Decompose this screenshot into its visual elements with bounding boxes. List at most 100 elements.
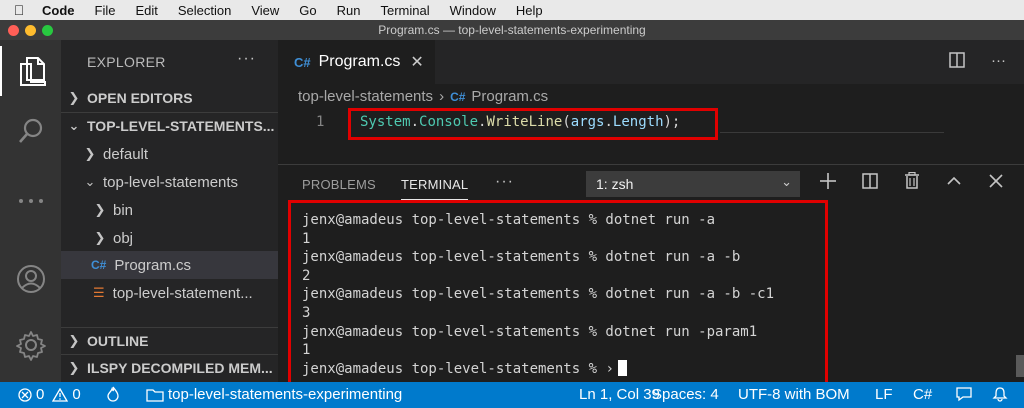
breadcrumb-folder[interactable]: top-level-statements — [298, 88, 433, 105]
tree-item-project-file[interactable]: ☰ top-level-statement... — [61, 279, 278, 307]
menu-selection[interactable]: Selection — [168, 3, 241, 18]
tab-terminal[interactable]: TERMINAL — [401, 177, 469, 200]
tree-item-top-level-statements[interactable]: ⌄ top-level-statements — [61, 168, 278, 196]
outline-label: OUTLINE — [87, 333, 149, 349]
feedback-icon[interactable] — [955, 386, 973, 402]
warning-count: 0 — [72, 386, 81, 403]
problems-status[interactable]: 0 0 — [18, 386, 81, 403]
trash-icon[interactable] — [902, 171, 922, 191]
bell-icon[interactable] — [992, 386, 1008, 402]
menu-help[interactable]: Help — [506, 3, 553, 18]
ellipsis-icon[interactable] — [0, 176, 61, 226]
tab-label: Program.cs — [318, 53, 401, 70]
menu-edit[interactable]: Edit — [125, 3, 167, 18]
breadcrumb: top-level-statements › C# Program.cs — [298, 88, 548, 105]
tree-item-label: bin — [113, 201, 134, 219]
chevron-right-icon: ❯ — [94, 202, 106, 217]
sidebar-more-actions-icon[interactable]: ··· — [237, 50, 256, 68]
menu-window[interactable]: Window — [440, 3, 506, 18]
tree-item-label: obj — [113, 229, 134, 247]
minimize-window-button[interactable] — [25, 25, 36, 36]
tab-problems[interactable]: PROBLEMS — [302, 177, 376, 192]
chevron-right-icon: ❯ — [68, 90, 80, 105]
menu-terminal[interactable]: Terminal — [371, 3, 440, 18]
split-terminal-icon[interactable] — [860, 171, 880, 191]
rss-file-icon: ☰ — [93, 285, 105, 300]
zoom-window-button[interactable] — [42, 25, 53, 36]
breadcrumb-file[interactable]: Program.cs — [471, 88, 548, 105]
terminal-scrollbar[interactable] — [1016, 355, 1024, 377]
close-window-button[interactable] — [8, 25, 19, 36]
tree-item-label: top-level-statement... — [112, 284, 253, 302]
chevron-right-icon: ❯ — [94, 230, 106, 245]
line-number: 1 — [316, 114, 325, 130]
outline-section[interactable]: ❯ OUTLINE — [61, 327, 278, 355]
folder-name: top-level-statements-experimenting — [168, 386, 403, 403]
folder-label: TOP-LEVEL-STATEMENTS... — [87, 118, 275, 134]
shell-select-value: 1: zsh — [596, 176, 634, 192]
settings-gear-icon[interactable] — [0, 320, 61, 370]
language-mode[interactable]: C# — [913, 386, 932, 403]
chevron-right-icon: ❯ — [68, 333, 80, 348]
tree-item-program-cs[interactable]: C# Program.cs — [61, 251, 278, 279]
ilspy-section[interactable]: ❯ ILSPY DECOMPILED MEM... — [61, 354, 278, 382]
add-icon[interactable] — [818, 171, 838, 191]
activity-bar — [0, 40, 61, 382]
flame-icon[interactable] — [106, 386, 120, 402]
chevron-right-icon: ❯ — [84, 146, 96, 161]
status-bar: 0 0 top-level-statements-experimenting L… — [0, 382, 1024, 408]
panel-more-icon[interactable]: ··· — [495, 173, 514, 191]
chevron-down-icon: ⌄ — [84, 174, 96, 189]
bottom-panel: PROBLEMS TERMINAL ··· 1: zsh ⌄ jenx@amad — [278, 164, 1024, 388]
end-of-line[interactable]: LF — [875, 386, 893, 403]
window-title-bar: Program.cs — top-level-statements-experi… — [0, 20, 1024, 40]
menu-view[interactable]: View — [241, 3, 289, 18]
macos-menu-bar:  Code File Edit Selection View Go Run T… — [0, 0, 1024, 20]
editor-tab-bar: C# Program.cs ✕ ··· — [278, 40, 1024, 84]
close-icon[interactable] — [986, 171, 1006, 191]
csharp-file-icon: C# — [294, 54, 311, 70]
tree-item-obj[interactable]: ❯ obj — [61, 224, 278, 252]
split-editor-icon[interactable] — [949, 52, 965, 72]
tab-program-cs[interactable]: C# Program.cs ✕ — [278, 40, 435, 84]
chevron-down-icon: ⌄ — [68, 118, 80, 133]
tree-item-label: top-level-statements — [103, 173, 239, 191]
menu-go[interactable]: Go — [289, 3, 326, 18]
menu-file[interactable]: File — [85, 3, 126, 18]
error-icon — [18, 387, 32, 402]
window-title: Program.cs — top-level-statements-experi… — [378, 23, 646, 37]
chevron-right-icon: › — [439, 88, 445, 105]
editor-area: C# Program.cs ✕ ··· top-level-statements… — [278, 40, 1024, 388]
sidebar-title: EXPLORER — [87, 54, 166, 70]
menu-run[interactable]: Run — [327, 3, 371, 18]
more-actions-icon[interactable]: ··· — [991, 52, 1006, 72]
chevron-up-icon[interactable] — [944, 171, 964, 191]
csharp-file-icon: C# — [91, 258, 107, 272]
open-editors-label: OPEN EDITORS — [87, 90, 193, 106]
warning-icon — [52, 387, 69, 402]
account-icon[interactable] — [0, 254, 61, 304]
current-line-indicator — [720, 132, 944, 133]
chevron-down-icon: ⌄ — [781, 174, 792, 189]
indentation[interactable]: Spaces: 4 — [652, 386, 719, 403]
close-icon[interactable]: ✕ — [410, 52, 423, 72]
code-highlight-box — [348, 108, 718, 140]
window-controls — [8, 25, 53, 36]
menu-code[interactable]: Code — [38, 3, 85, 18]
cursor-position[interactable]: Ln 1, Col 39 — [579, 386, 660, 403]
search-icon[interactable] — [0, 106, 61, 156]
folder-status[interactable]: top-level-statements-experimenting — [146, 386, 402, 403]
tree-item-label: default — [103, 145, 149, 163]
chevron-right-icon: ❯ — [68, 360, 80, 375]
open-editors-section[interactable]: ❯ OPEN EDITORS — [61, 84, 278, 112]
apple-icon[interactable]:  — [0, 2, 38, 18]
error-count: 0 — [36, 386, 45, 403]
explorer-icon[interactable] — [0, 46, 61, 96]
editor-actions: ··· — [949, 52, 1006, 72]
tree-item-label: Program.cs — [114, 256, 192, 274]
folder-section[interactable]: ⌄ TOP-LEVEL-STATEMENTS... — [61, 112, 278, 140]
tree-item-bin[interactable]: ❯ bin — [61, 196, 278, 224]
tree-item-default[interactable]: ❯ default — [61, 140, 278, 168]
encoding[interactable]: UTF-8 with BOM — [738, 386, 850, 403]
terminal-shell-select[interactable]: 1: zsh ⌄ — [586, 171, 800, 197]
